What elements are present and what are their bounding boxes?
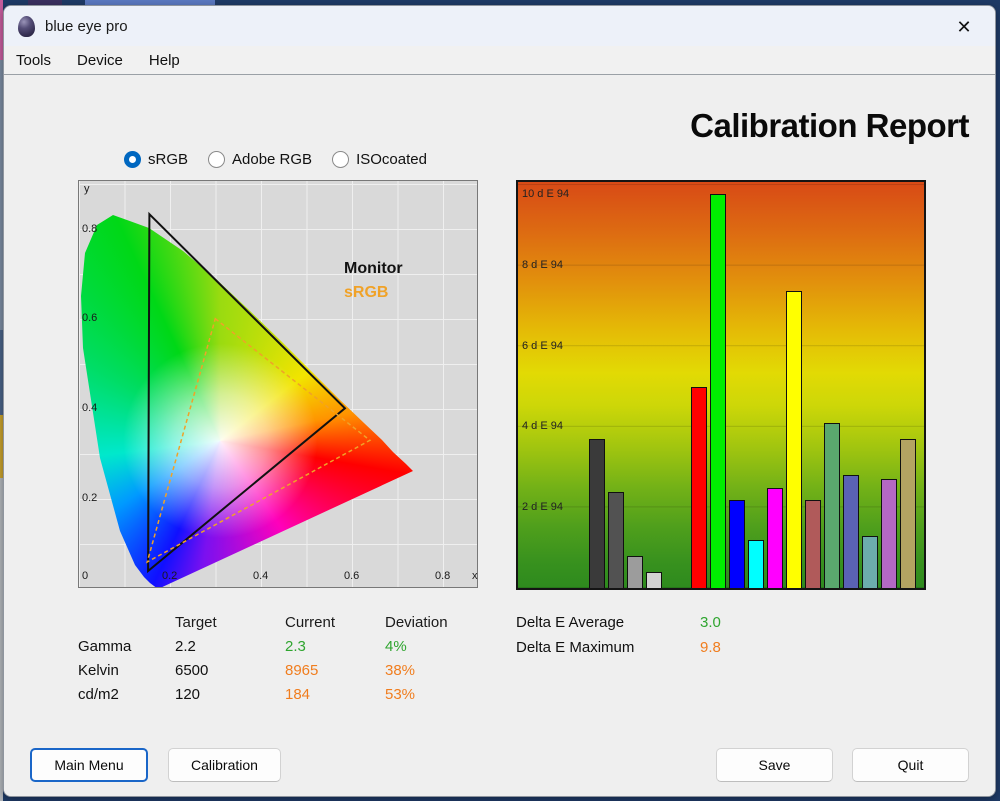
radio-option-isocoated[interactable]: ISOcoated — [332, 151, 427, 168]
column-header: Current — [285, 614, 385, 631]
legend-monitor: Monitor — [344, 257, 403, 281]
delta-e-average-label: Delta E Average — [516, 614, 700, 631]
delta-e-bar-gray-light — [627, 556, 643, 588]
menu-device[interactable]: Device — [77, 52, 123, 69]
column-header: Deviation — [385, 614, 495, 631]
delta-e-bar-green — [710, 194, 726, 588]
delta-e-maximum-label: Delta E Maximum — [516, 639, 700, 656]
current-value: 8965 — [285, 662, 385, 679]
delta-e-bar-cyan — [748, 540, 764, 588]
target-value: 6500 — [175, 662, 285, 679]
deviation-value: 53% — [385, 686, 495, 703]
gamut-legend: Monitor sRGB — [344, 257, 403, 305]
close-icon[interactable]: ✕ — [949, 14, 979, 40]
y-tick: 0.2 — [82, 492, 97, 504]
y-axis-label: y — [84, 183, 90, 195]
delta-e-bar-slate-blue — [843, 475, 859, 588]
radio-label: sRGB — [148, 151, 188, 168]
delta-e-bar-chart: 2 d E 944 d E 946 d E 948 d E 9410 d E 9… — [516, 180, 926, 590]
row-label: Kelvin — [78, 662, 175, 679]
current-value: 2.3 — [285, 638, 385, 655]
save-button[interactable]: Save — [716, 748, 833, 782]
x-tick: 0.2 — [162, 570, 177, 582]
radio-dot-icon — [332, 151, 349, 168]
delta-e-bar-dark-red — [805, 500, 821, 588]
page-title: Calibration Report — [690, 107, 969, 145]
x-tick: 0.4 — [253, 570, 268, 582]
delta-e-bar-yellow — [786, 291, 802, 588]
y-tick: 0.8 — [82, 223, 97, 235]
delta-e-average-row: Delta E Average 3.0 — [516, 610, 721, 635]
radio-label: ISOcoated — [356, 151, 427, 168]
x-tick: 0.8 — [435, 570, 450, 582]
delta-e-bar-gray-pale — [646, 572, 662, 588]
radio-label: Adobe RGB — [232, 151, 312, 168]
main-menu-button[interactable]: Main Menu — [30, 748, 148, 782]
radio-option-adobe-rgb[interactable]: Adobe RGB — [208, 151, 312, 168]
delta-e-bar-teal — [862, 536, 878, 588]
radio-dot-icon — [124, 151, 141, 168]
target-value: 120 — [175, 686, 285, 703]
current-value: 184 — [285, 686, 385, 703]
delta-e-summary: Delta E Average 3.0 Delta E Maximum 9.8 — [516, 610, 721, 660]
deviation-value: 4% — [385, 638, 495, 655]
x-axis-label: x — [472, 570, 478, 582]
legend-srgb: sRGB — [344, 281, 403, 305]
row-label: Gamma — [78, 638, 175, 655]
profile-selector: sRGB Adobe RGB ISOcoated — [124, 151, 427, 168]
origin-tick: 0 — [82, 570, 88, 582]
delta-e-bar-red — [691, 387, 707, 588]
menu-help[interactable]: Help — [149, 52, 180, 69]
gamut-triangles — [79, 181, 479, 589]
delta-e-bar-dark-khaki — [900, 439, 916, 588]
radio-option-srgb[interactable]: sRGB — [124, 151, 188, 168]
delta-e-maximum-value: 9.8 — [700, 639, 721, 656]
delta-e-bar-blue — [729, 500, 745, 588]
delta-e-maximum-row: Delta E Maximum 9.8 — [516, 635, 721, 660]
radio-dot-icon — [208, 151, 225, 168]
window-title: blue eye pro — [45, 18, 128, 35]
delta-e-bar-sea-green — [824, 423, 840, 588]
deviation-value: 38% — [385, 662, 495, 679]
column-header: Target — [175, 614, 285, 631]
delta-e-average-value: 3.0 — [700, 614, 721, 631]
menu-bar: Tools Device Help — [4, 46, 995, 74]
y-tick: 0.6 — [82, 312, 97, 324]
x-tick: 0.6 — [344, 570, 359, 582]
app-logo-icon — [18, 16, 35, 37]
quit-button[interactable]: Quit — [852, 748, 969, 782]
y-tick: 0.4 — [82, 402, 97, 414]
bar-chart-bars — [518, 182, 924, 588]
delta-e-bar-magenta — [767, 488, 783, 588]
report-panel: Calibration Report sRGB Adobe RGB ISOcoate… — [4, 74, 995, 796]
delta-e-bar-orchid — [881, 479, 897, 588]
title-bar[interactable]: blue eye pro ✕ — [4, 6, 995, 46]
delta-e-bar-gray-mid — [608, 492, 624, 588]
row-label: cd/m2 — [78, 686, 175, 703]
menu-tools[interactable]: Tools — [16, 52, 51, 69]
app-window: blue eye pro ✕ Tools Device Help Calibra… — [3, 5, 996, 797]
cie-chromaticity-chart: y 0.8 0.6 0.4 0.2 0 0.2 0.4 0.6 0.8 x Mo… — [78, 180, 478, 588]
calibration-button[interactable]: Calibration — [168, 748, 281, 782]
target-value: 2.2 — [175, 638, 285, 655]
delta-e-bar-gray-dark — [589, 439, 605, 588]
calibration-metrics-table: TargetCurrentDeviation Gamma2.22.34% Kelvi… — [78, 610, 495, 706]
